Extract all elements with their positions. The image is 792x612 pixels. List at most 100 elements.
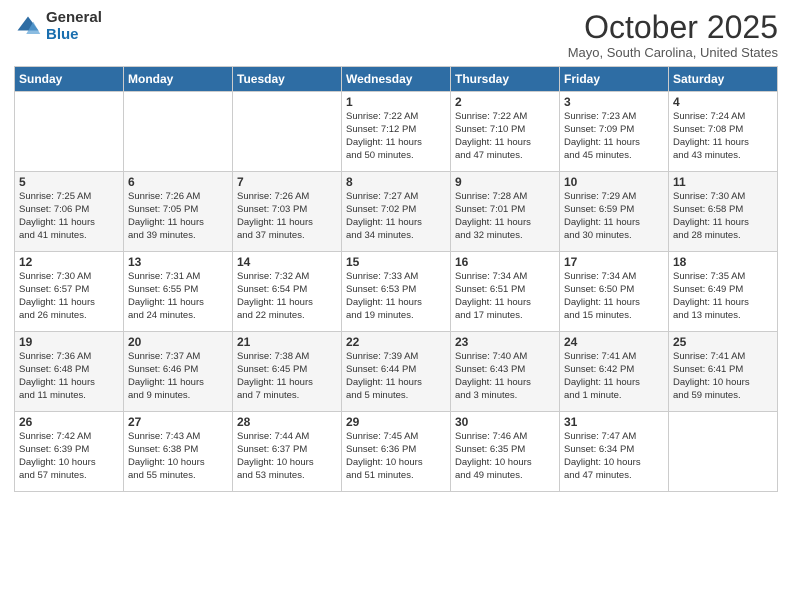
calendar-week-5: 26 Sunrise: 7:42 AM Sunset: 6:39 PM Dayli…: [15, 412, 778, 492]
day-number: 11: [673, 175, 773, 189]
day-number: 13: [128, 255, 228, 269]
logo-text: General Blue: [46, 10, 102, 43]
day-number: 28: [237, 415, 337, 429]
calendar-cell-w5-d3: 28Sunrise: 7:44 AM Sunset: 6:37 PM Dayli…: [233, 412, 342, 492]
calendar-cell-w2-d6: 10Sunrise: 7:29 AM Sunset: 6:59 PM Dayli…: [560, 172, 669, 252]
day-number: 18: [673, 255, 773, 269]
calendar-cell-w1-d7: 4 Sunrise: 7:24 AM Sunset: 7:08 PM Daylig…: [669, 92, 778, 172]
day-info: Sunrise: 7:47 AM Sunset: 6:34 PM Dayligh…: [564, 431, 664, 482]
day-number: 9: [455, 175, 555, 189]
col-sunday: Sunday: [15, 67, 124, 92]
calendar-week-3: 12Sunrise: 7:30 AM Sunset: 6:57 PM Dayli…: [15, 252, 778, 332]
day-info: Sunrise: 7:40 AM Sunset: 6:43 PM Dayligh…: [455, 351, 555, 402]
calendar-cell-w4-d2: 20 Sunrise: 7:37 AM Sunset: 6:46 PM Dayli…: [124, 332, 233, 412]
day-number: 19: [19, 335, 119, 349]
day-info: Sunrise: 7:45 AM Sunset: 6:36 PM Dayligh…: [346, 431, 446, 482]
calendar-cell-w4-d4: 22 Sunrise: 7:39 AM Sunset: 6:44 PM Dayli…: [342, 332, 451, 412]
day-info: Sunrise: 7:28 AM Sunset: 7:01 PM Dayligh…: [455, 191, 555, 242]
calendar-cell-w1-d5: 2 Sunrise: 7:22 AM Sunset: 7:10 PM Daylig…: [451, 92, 560, 172]
day-number: 21: [237, 335, 337, 349]
day-info: Sunrise: 7:42 AM Sunset: 6:39 PM Dayligh…: [19, 431, 119, 482]
day-info: Sunrise: 7:41 AM Sunset: 6:42 PM Dayligh…: [564, 351, 664, 402]
day-number: 6: [128, 175, 228, 189]
calendar-cell-w2-d1: 5 Sunrise: 7:25 AM Sunset: 7:06 PM Daylig…: [15, 172, 124, 252]
day-number: 1: [346, 95, 446, 109]
calendar-cell-w5-d2: 27 Sunrise: 7:43 AM Sunset: 6:38 PM Dayli…: [124, 412, 233, 492]
day-info: Sunrise: 7:39 AM Sunset: 6:44 PM Dayligh…: [346, 351, 446, 402]
day-number: 4: [673, 95, 773, 109]
main-container: General Blue October 2025 Mayo, South Ca…: [0, 0, 792, 500]
calendar-cell-w1-d4: 1Sunrise: 7:22 AM Sunset: 7:12 PM Daylig…: [342, 92, 451, 172]
logo: General Blue: [14, 10, 102, 43]
calendar-cell-w4-d7: 25Sunrise: 7:41 AM Sunset: 6:41 PM Dayli…: [669, 332, 778, 412]
calendar-cell-w4-d1: 19 Sunrise: 7:36 AM Sunset: 6:48 PM Dayli…: [15, 332, 124, 412]
day-number: 17: [564, 255, 664, 269]
day-number: 12: [19, 255, 119, 269]
calendar-cell-w5-d6: 31 Sunrise: 7:47 AM Sunset: 6:34 PM Dayli…: [560, 412, 669, 492]
day-info: Sunrise: 7:25 AM Sunset: 7:06 PM Dayligh…: [19, 191, 119, 242]
calendar-cell-w2-d4: 8Sunrise: 7:27 AM Sunset: 7:02 PM Daylig…: [342, 172, 451, 252]
logo-icon: [14, 13, 42, 41]
day-number: 16: [455, 255, 555, 269]
day-info: Sunrise: 7:36 AM Sunset: 6:48 PM Dayligh…: [19, 351, 119, 402]
day-info: Sunrise: 7:34 AM Sunset: 6:50 PM Dayligh…: [564, 271, 664, 322]
calendar-cell-w4-d5: 23 Sunrise: 7:40 AM Sunset: 6:43 PM Dayli…: [451, 332, 560, 412]
calendar-cell-w3-d1: 12Sunrise: 7:30 AM Sunset: 6:57 PM Dayli…: [15, 252, 124, 332]
calendar-cell-w2-d3: 7Sunrise: 7:26 AM Sunset: 7:03 PM Daylig…: [233, 172, 342, 252]
calendar-table: Sunday Monday Tuesday Wednesday Thursday…: [14, 66, 778, 492]
day-number: 15: [346, 255, 446, 269]
calendar-week-4: 19 Sunrise: 7:36 AM Sunset: 6:48 PM Dayli…: [15, 332, 778, 412]
calendar-cell-w3-d2: 13Sunrise: 7:31 AM Sunset: 6:55 PM Dayli…: [124, 252, 233, 332]
day-info: Sunrise: 7:26 AM Sunset: 7:03 PM Dayligh…: [237, 191, 337, 242]
day-number: 31: [564, 415, 664, 429]
col-saturday: Saturday: [669, 67, 778, 92]
calendar-cell-w1-d3: [233, 92, 342, 172]
title-block: October 2025 Mayo, South Carolina, Unite…: [568, 10, 778, 60]
calendar-cell-w4-d6: 24Sunrise: 7:41 AM Sunset: 6:42 PM Dayli…: [560, 332, 669, 412]
day-number: 29: [346, 415, 446, 429]
day-info: Sunrise: 7:23 AM Sunset: 7:09 PM Dayligh…: [564, 111, 664, 162]
day-info: Sunrise: 7:27 AM Sunset: 7:02 PM Dayligh…: [346, 191, 446, 242]
day-number: 5: [19, 175, 119, 189]
day-info: Sunrise: 7:32 AM Sunset: 6:54 PM Dayligh…: [237, 271, 337, 322]
day-info: Sunrise: 7:43 AM Sunset: 6:38 PM Dayligh…: [128, 431, 228, 482]
header: General Blue October 2025 Mayo, South Ca…: [14, 10, 778, 60]
day-number: 20: [128, 335, 228, 349]
day-number: 22: [346, 335, 446, 349]
day-number: 26: [19, 415, 119, 429]
calendar-cell-w1-d2: [124, 92, 233, 172]
calendar-cell-w1-d1: [15, 92, 124, 172]
location-title: Mayo, South Carolina, United States: [568, 45, 778, 60]
calendar-cell-w3-d5: 16Sunrise: 7:34 AM Sunset: 6:51 PM Dayli…: [451, 252, 560, 332]
day-info: Sunrise: 7:33 AM Sunset: 6:53 PM Dayligh…: [346, 271, 446, 322]
col-wednesday: Wednesday: [342, 67, 451, 92]
col-thursday: Thursday: [451, 67, 560, 92]
calendar-cell-w2-d2: 6Sunrise: 7:26 AM Sunset: 7:05 PM Daylig…: [124, 172, 233, 252]
logo-blue: Blue: [46, 27, 102, 44]
day-info: Sunrise: 7:37 AM Sunset: 6:46 PM Dayligh…: [128, 351, 228, 402]
day-info: Sunrise: 7:46 AM Sunset: 6:35 PM Dayligh…: [455, 431, 555, 482]
calendar-week-1: 1Sunrise: 7:22 AM Sunset: 7:12 PM Daylig…: [15, 92, 778, 172]
day-number: 3: [564, 95, 664, 109]
calendar-cell-w3-d7: 18 Sunrise: 7:35 AM Sunset: 6:49 PM Dayli…: [669, 252, 778, 332]
day-number: 2: [455, 95, 555, 109]
calendar-week-2: 5 Sunrise: 7:25 AM Sunset: 7:06 PM Daylig…: [15, 172, 778, 252]
month-title: October 2025: [568, 10, 778, 45]
day-number: 25: [673, 335, 773, 349]
calendar-cell-w3-d3: 14 Sunrise: 7:32 AM Sunset: 6:54 PM Dayli…: [233, 252, 342, 332]
day-number: 14: [237, 255, 337, 269]
day-info: Sunrise: 7:29 AM Sunset: 6:59 PM Dayligh…: [564, 191, 664, 242]
calendar-cell-w5-d7: [669, 412, 778, 492]
calendar-cell-w3-d4: 15 Sunrise: 7:33 AM Sunset: 6:53 PM Dayli…: [342, 252, 451, 332]
day-number: 27: [128, 415, 228, 429]
calendar-cell-w4-d3: 21 Sunrise: 7:38 AM Sunset: 6:45 PM Dayli…: [233, 332, 342, 412]
day-info: Sunrise: 7:22 AM Sunset: 7:10 PM Dayligh…: [455, 111, 555, 162]
day-info: Sunrise: 7:24 AM Sunset: 7:08 PM Dayligh…: [673, 111, 773, 162]
calendar-cell-w3-d6: 17 Sunrise: 7:34 AM Sunset: 6:50 PM Dayli…: [560, 252, 669, 332]
day-info: Sunrise: 7:35 AM Sunset: 6:49 PM Dayligh…: [673, 271, 773, 322]
calendar-cell-w2-d7: 11 Sunrise: 7:30 AM Sunset: 6:58 PM Dayli…: [669, 172, 778, 252]
day-number: 23: [455, 335, 555, 349]
day-number: 30: [455, 415, 555, 429]
day-info: Sunrise: 7:38 AM Sunset: 6:45 PM Dayligh…: [237, 351, 337, 402]
day-info: Sunrise: 7:30 AM Sunset: 6:58 PM Dayligh…: [673, 191, 773, 242]
